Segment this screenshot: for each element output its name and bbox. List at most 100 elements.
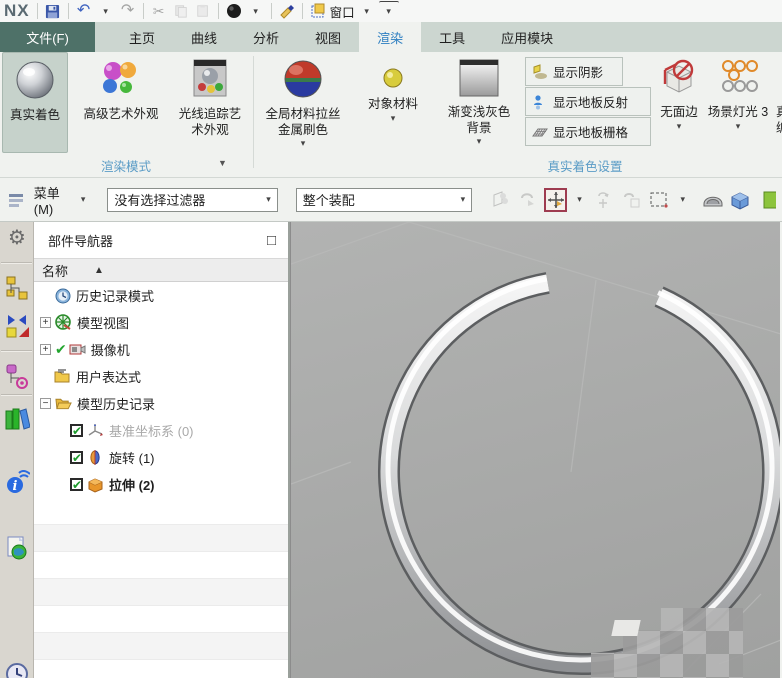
show-floor-grid-toggle[interactable]: 显示地板栅格	[525, 117, 651, 146]
collapse-icon[interactable]: −	[40, 398, 51, 409]
move-dropdown-icon[interactable]: ▾	[569, 190, 589, 210]
checkbox-checked-icon[interactable]: ✔	[70, 424, 83, 437]
work-plane-icon[interactable]	[488, 188, 512, 212]
tree-row-datum-csys[interactable]: ✔ 基准坐标系 (0)	[34, 417, 288, 444]
no-face-edges-button[interactable]: 无面边 ▾	[653, 52, 705, 153]
background-gradient-button[interactable]: 渐变浅灰色背景 ▾	[437, 52, 521, 153]
menu-button[interactable]: 菜单(M)	[34, 183, 79, 217]
partial-toolbar-icon[interactable]	[756, 188, 780, 212]
brush-icon[interactable]	[277, 1, 297, 21]
undo-dropdown-icon[interactable]: ▾	[96, 1, 116, 21]
dropdown-icon[interactable]: ▾	[477, 136, 482, 147]
object-material-sphere-icon	[381, 66, 405, 93]
web-browser-icon[interactable]: i	[3, 468, 31, 496]
tree-row-model-history[interactable]: − 模型历史记录	[34, 390, 288, 417]
tree-row-user-expressions[interactable]: 用户表达式	[34, 363, 288, 390]
render-style-dropdown-icon[interactable]: ▾	[246, 1, 266, 21]
sort-ascending-icon[interactable]: ▲	[94, 265, 104, 276]
rotate-object-icon[interactable]	[591, 188, 615, 212]
tab-application[interactable]: 应用模块	[483, 22, 571, 52]
menu-icon[interactable]	[4, 188, 28, 212]
scene-lights-icon	[716, 58, 760, 101]
copy-icon[interactable]	[171, 1, 191, 21]
dropdown-icon[interactable]: ▾	[391, 113, 396, 124]
combo-value: 整个装配	[302, 193, 355, 208]
copy-to-layer-icon[interactable]	[619, 188, 643, 212]
shaded-box-icon[interactable]	[729, 188, 753, 212]
reuse-library-icon[interactable]	[3, 404, 31, 432]
floor-grid-icon	[532, 124, 548, 140]
snap-point-icon[interactable]	[516, 188, 540, 212]
show-shadow-toggle[interactable]: 显示阴影	[525, 57, 623, 86]
tree-row-cameras[interactable]: + ✔ 摄像机	[34, 336, 288, 363]
graphics-viewport[interactable]	[290, 222, 780, 678]
cut-icon[interactable]: ✂	[149, 1, 169, 21]
tree-row-history-mode[interactable]: 历史记录模式	[34, 282, 288, 309]
expand-icon[interactable]: +	[40, 317, 51, 328]
scene-lights-button[interactable]: 场景灯光 3 ▾	[707, 52, 769, 153]
tab-analysis[interactable]: 分析	[235, 22, 297, 52]
select-dropdown-icon[interactable]: ▾	[673, 190, 693, 210]
advanced-art-appearance-button[interactable]: 高级艺术外观	[72, 52, 170, 153]
separator	[36, 3, 38, 19]
redo-icon[interactable]: ↷	[118, 1, 138, 21]
tree-row-label: 拉伸 (2)	[109, 478, 155, 493]
paste-icon[interactable]	[193, 1, 213, 21]
maximize-icon[interactable]: □	[267, 232, 276, 249]
group-dialog-launcher-icon[interactable]: ▼	[218, 158, 227, 168]
tab-file[interactable]: 文件(F)	[0, 22, 95, 52]
ribbon: 真实着色 高级艺术外观 光线追踪艺术外观 渲染模式 ▼ 全局材料拉丝金属刷色 ▾	[0, 52, 782, 178]
global-material-button[interactable]: 全局材料拉丝金属刷色 ▾	[257, 52, 349, 153]
checkbox-checked-icon[interactable]: ✔	[70, 478, 83, 491]
empty-row	[34, 525, 288, 552]
button-label: 全局材料拉丝金属刷色	[265, 107, 341, 137]
tab-curve[interactable]: 曲线	[173, 22, 235, 52]
assembly-navigator-icon[interactable]	[3, 274, 31, 302]
undo-icon[interactable]: ↶	[74, 1, 94, 21]
dropdown-icon[interactable]: ▾	[301, 138, 306, 149]
history-palette-icon[interactable]	[3, 534, 31, 562]
object-material-button[interactable]: 对象材料 ▾	[355, 52, 431, 153]
save-icon[interactable]	[43, 1, 63, 21]
menu-dropdown-icon[interactable]: ▾	[81, 194, 86, 205]
tab-label: 应用模块	[501, 30, 554, 46]
checkbox-checked-icon[interactable]: ✔	[70, 451, 83, 464]
tree-row-model-views[interactable]: + 模型视图	[34, 309, 288, 336]
tree-row-revolve[interactable]: ✔ 旋转 (1)	[34, 444, 288, 471]
toggle-label: 显示地板栅格	[553, 126, 629, 140]
dropdown-icon[interactable]: ▾	[677, 121, 682, 132]
true-shading-editor-button[interactable]: 真实着色编辑器	[773, 52, 782, 153]
render-style-sphere-icon[interactable]	[224, 1, 244, 21]
true-shading-button[interactable]: 真实着色	[2, 52, 68, 153]
column-header-row[interactable]: 名称 ▲	[34, 258, 288, 282]
clock-icon[interactable]	[3, 658, 31, 678]
chevron-down-icon: ▾	[266, 194, 271, 204]
rectangle-select-icon[interactable]	[647, 188, 671, 212]
part-navigator-icon[interactable]	[3, 362, 31, 390]
gear-icon[interactable]: ⚙	[3, 224, 31, 252]
window-icon[interactable]	[308, 1, 328, 21]
tree-row-label: 基准坐标系 (0)	[109, 424, 194, 439]
constraint-navigator-icon[interactable]	[3, 312, 31, 340]
button-label: 对象材料	[367, 97, 418, 111]
selection-filter-combo[interactable]: 没有选择过滤器 ▾	[107, 187, 278, 212]
dropdown-icon[interactable]: ▾	[736, 121, 741, 132]
show-floor-reflection-toggle[interactable]: 显示地板反射	[525, 87, 651, 116]
ray-traced-art-appearance-button[interactable]: 光线追踪艺术外观	[172, 52, 248, 153]
button-label: 真实着色编辑器	[776, 105, 782, 136]
open-folder-icon	[55, 395, 72, 412]
expand-icon[interactable]: +	[40, 344, 51, 355]
tab-view[interactable]: 视图	[297, 22, 359, 52]
tab-tools[interactable]: 工具	[421, 22, 483, 52]
tab-home[interactable]: 主页	[111, 22, 173, 52]
ribbon-options-icon[interactable]: ▾	[378, 1, 399, 21]
shell-display-icon[interactable]	[701, 188, 725, 212]
selection-scope-combo[interactable]: 整个装配 ▾	[295, 187, 473, 212]
tree-row-extrude[interactable]: ✔ 拉伸 (2)	[34, 471, 288, 498]
move-object-icon[interactable]	[543, 187, 568, 212]
tab-label: 视图	[315, 30, 342, 46]
tab-render[interactable]: 渲染	[359, 22, 422, 52]
window-label[interactable]: 窗口	[330, 2, 355, 21]
window-dropdown-icon[interactable]: ▾	[357, 1, 377, 21]
ribbon-tab-bar: 文件(F) 主页 曲线 分析 视图 渲染 工具 应用模块	[0, 22, 782, 52]
